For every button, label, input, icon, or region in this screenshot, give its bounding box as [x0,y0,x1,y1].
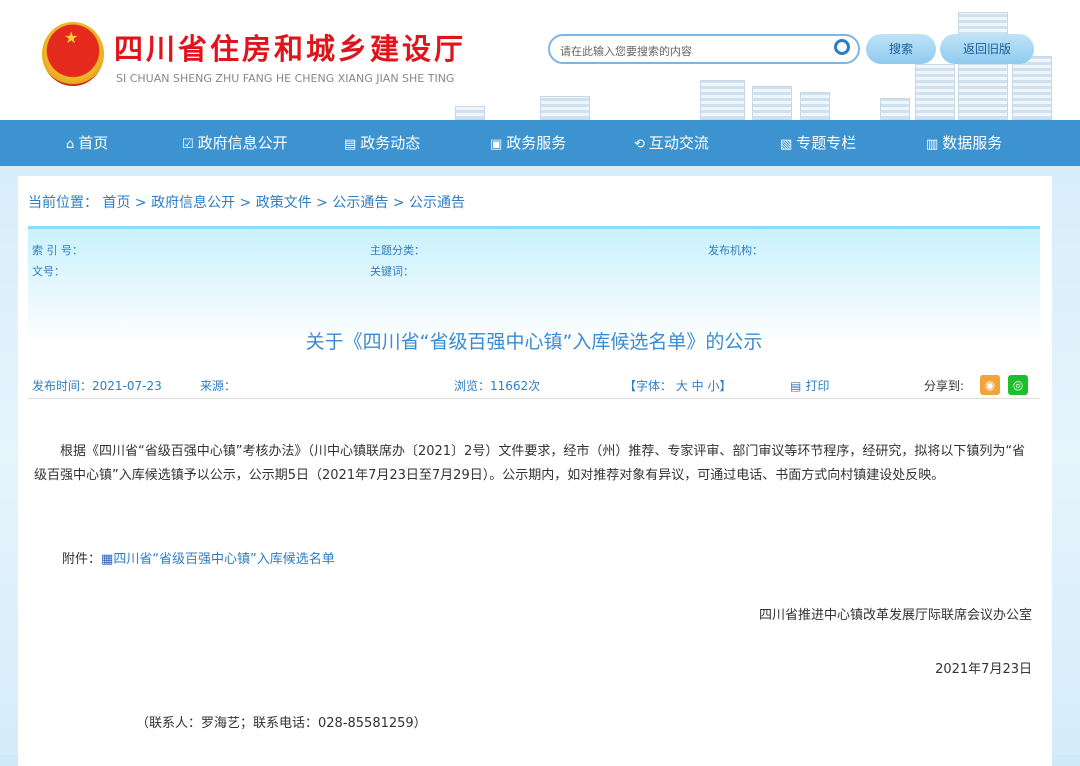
publisher-label: 发布机构： [708,244,763,257]
site-title[interactable]: 四川省住房和城乡建设厅 [114,26,466,68]
print-icon: ▤ [790,379,806,393]
breadcrumb-policy[interactable]: 政策文件 [256,195,312,211]
weibo-icon[interactable]: ◉ [980,375,1000,395]
breadcrumb-notice-current[interactable]: 公示通告 [409,195,465,211]
breadcrumb-gov-info[interactable]: 政府信息公开 [151,195,235,211]
publish-time: 发布时间：2021-07-23 [32,379,162,393]
site-header: ★ 四川省住房和城乡建设厅 SI CHUAN SHENG ZHU FANG HE… [0,0,1080,120]
sign-date: 2021年7月23日 [935,662,1032,677]
national-emblem-logo: ★ [42,22,104,86]
article-paragraph: 根据《四川省“省级百强中心镇”考核办法》（川中心镇联席办〔2021〕2号）文件要… [34,444,1026,483]
attachment-link[interactable]: 四川省“省级百强中心镇”入库候选名单 [113,552,334,567]
data-icon: ▥ [926,137,939,152]
share-label: 分享到: [924,379,965,393]
attachment: 附件：▦四川省“省级百强中心镇”入库候选名单 [62,552,335,567]
search-icon[interactable] [834,39,850,55]
main-nav: ⌂ 首页 ☑ 政府信息公开 ▤ 政务动态 ▣ 政务服务 ⟲ 互动交流 ▧ 专题专栏 ▥ 数据服… [0,120,1080,166]
news-icon: ▤ [344,137,357,152]
breadcrumb: 当前位置： 首页 > 政府信息公开 > 政策文件 > 公示通告 > 公示通告 [28,195,466,211]
article-meta: 索 引 号： 主题分类： 发布机构： 文号： 关键词： 关于《四川省“省级百强中… [28,226,1040,396]
old-version-button[interactable]: 返回旧版 [940,34,1034,64]
site-title-pinyin: SI CHUAN SHENG ZHU FANG HE CHENG XIANG J… [116,72,455,85]
nav-data[interactable]: ▥ 数据服务 [926,120,1002,166]
font-size-switch[interactable]: 【字体： 大 中 小】 [624,377,731,394]
divider [28,398,1040,399]
home-icon: ⌂ [66,137,75,152]
edit-icon: ☑ [182,137,194,152]
breadcrumb-notice[interactable]: 公示通告 [332,195,388,211]
exchange-icon: ⟲ [634,137,645,152]
content-panel: 当前位置： 首页 > 政府信息公开 > 政策文件 > 公示通告 > 公示通告 索… [18,176,1052,766]
keywords-label: 关键词： [370,265,414,278]
search-button[interactable]: 搜索 [866,34,936,64]
doc-no-label: 文号： [32,265,65,278]
nav-services[interactable]: ▣ 政务服务 [490,120,566,166]
view-count: 浏览：11662次 [454,379,541,393]
index-no-label: 索 引 号： [32,244,83,257]
monitor-icon: ▣ [490,137,503,152]
topic-label: 主题分类： [370,244,425,257]
nav-topics[interactable]: ▧ 专题专栏 [780,120,856,166]
article-title: 关于《四川省“省级百强中心镇”入库候选名单》的公示 [305,331,763,353]
print-button[interactable]: ▤ 打印 [790,377,830,394]
nav-home[interactable]: ⌂ 首页 [66,120,108,166]
word-doc-icon: ▦ [101,552,114,567]
contact-info: （联系人：罗海艺；联系电话：028-85581259） [136,716,427,731]
search-input[interactable]: 请在此输入您要搜索的内容 [548,34,860,64]
nav-gov-info[interactable]: ☑ 政府信息公开 [182,120,288,166]
nav-news[interactable]: ▤ 政务动态 [344,120,420,166]
wechat-icon[interactable]: ◎ [1008,375,1028,395]
image-icon: ▧ [780,137,793,152]
breadcrumb-home[interactable]: 首页 [102,195,130,211]
nav-interaction[interactable]: ⟲ 互动交流 [634,120,709,166]
source: 来源： [200,379,237,393]
signature: 四川省推进中心镇改革发展厅际联席会议办公室 [758,608,1032,623]
